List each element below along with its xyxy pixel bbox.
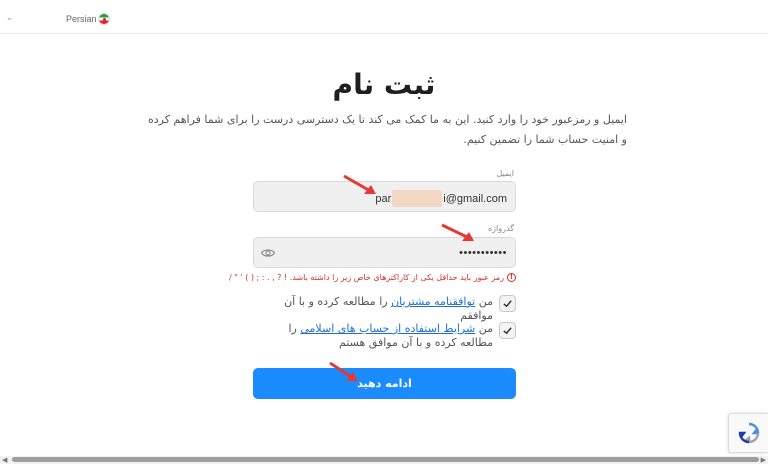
terms-text: من توافقنامه مشتریان را مطالعه کرده و با… (253, 295, 493, 323)
eye-icon[interactable] (261, 247, 275, 259)
islamic-prefix: من (475, 322, 493, 335)
islamic-text: من شرایط استفاده از حساب های اسلامی را م… (253, 322, 494, 350)
language-label[interactable]: Persian (66, 14, 97, 24)
islamic-checkbox[interactable] (499, 322, 516, 339)
chevron-down-icon[interactable]: ⌄ (6, 13, 13, 22)
email-value-prefix: par (375, 192, 392, 205)
check-icon (503, 327, 512, 335)
terms-checkbox[interactable] (499, 295, 516, 312)
email-field[interactable]: par i@gmail.com (253, 181, 516, 212)
continue-button[interactable]: ادامه دهید (253, 368, 516, 399)
email-value-suffix: i@gmail.com (443, 192, 507, 205)
scroll-right-icon[interactable]: ▶ (761, 456, 766, 464)
password-label: گذرواژه (487, 224, 514, 233)
language-selector[interactable]: ⌄ Persian (4, 10, 768, 28)
password-error: ! رمز عبور باید حداقل یکی از کاراکترهای … (229, 273, 516, 282)
scrollbar-thumb[interactable] (12, 457, 759, 462)
iran-flag-icon (98, 13, 110, 25)
error-text: رمز عبور باید حداقل یکی از کاراکترهای خا… (228, 273, 504, 282)
islamic-terms-link[interactable]: شرایط استفاده از حساب های اسلامی (300, 322, 475, 335)
scroll-left-icon[interactable]: ◀ (2, 456, 7, 464)
error-icon: ! (507, 273, 516, 282)
terms-prefix: من (475, 295, 493, 308)
email-value: par i@gmail.com (375, 190, 507, 207)
password-value: ••••••••••• (459, 247, 507, 259)
islamic-row: من شرایط استفاده از حساب های اسلامی را م… (253, 322, 516, 350)
recaptcha-icon (738, 422, 759, 444)
email-label: ایمیل (496, 169, 514, 178)
page-subtitle: ایمیل و رمزعبور خود را وارد کنید. این به… (147, 113, 627, 146)
page-title: ثبت نام (332, 68, 436, 101)
customer-agreement-link[interactable]: توافقنامه مشتریان (391, 295, 475, 308)
horizontal-scrollbar[interactable]: ◀ ▶ (0, 456, 768, 464)
redacted-block (392, 190, 443, 207)
password-field[interactable]: ••••••••••• (253, 237, 516, 268)
recaptcha-badge[interactable] (728, 413, 768, 453)
check-icon (503, 300, 512, 308)
header-divider (0, 33, 768, 34)
terms-row: من توافقنامه مشتریان را مطالعه کرده و با… (253, 295, 516, 323)
